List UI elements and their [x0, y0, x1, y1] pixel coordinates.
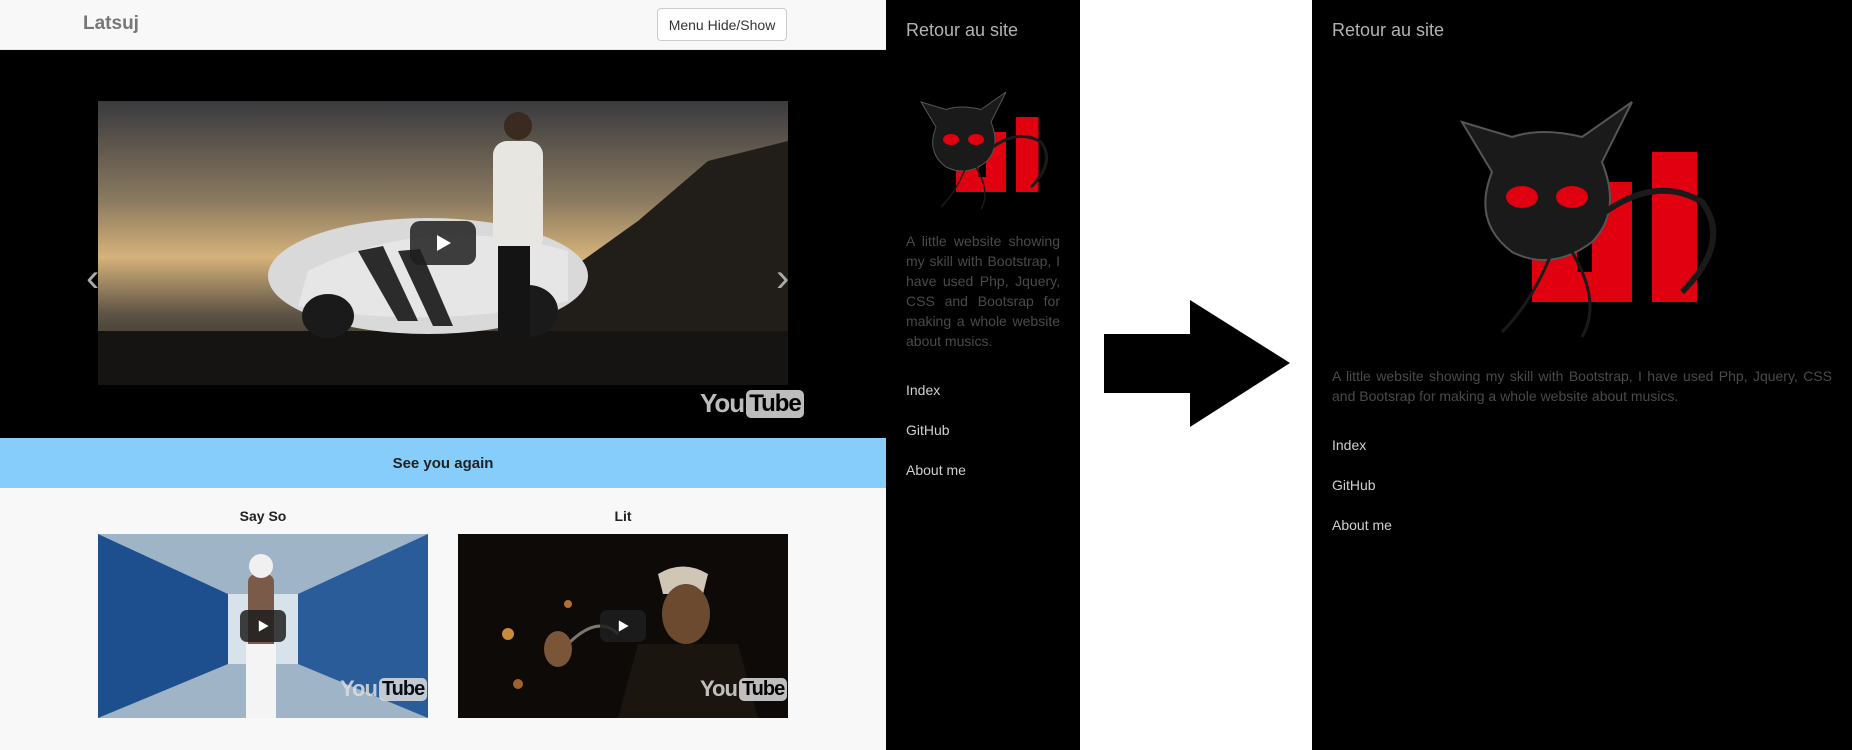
youtube-logo: You Tube — [340, 676, 428, 702]
cat-logo — [1459, 101, 1717, 338]
website-screenshot: Latsuj Menu Hide/Show ‹ › You Tube See y… — [0, 0, 886, 750]
sidebar-description: A little website showing my skill with B… — [906, 233, 1060, 349]
sidebar-title[interactable]: Retour au site — [906, 20, 1018, 41]
navbar: Latsuj Menu Hide/Show — [0, 0, 886, 50]
sidebar-description: A little website showing my skill with B… — [1332, 368, 1832, 404]
sidebar-expanded: Retour au site A little website showing … — [1312, 0, 1852, 750]
video-title-say-so: Say So — [239, 508, 287, 524]
play-icon — [618, 620, 629, 632]
sidebar: Retour au site A little website showing … — [886, 0, 1080, 750]
menu-toggle-button[interactable]: Menu Hide/Show — [657, 8, 787, 41]
play-icon — [258, 620, 269, 632]
video-card-lit[interactable]: You Tube — [458, 534, 788, 718]
play-button[interactable] — [600, 610, 646, 642]
featured-video-title: See you again — [0, 438, 886, 488]
featured-video[interactable] — [98, 101, 788, 385]
video-carousel: ‹ › You Tube — [0, 50, 886, 438]
play-button[interactable] — [240, 610, 286, 642]
sidebar-link-github[interactable]: GitHub — [906, 422, 950, 438]
sidebar-link-about[interactable]: About me — [906, 462, 966, 478]
sidebar-link-index[interactable]: Index — [1332, 437, 1366, 453]
cat-logo — [919, 91, 1049, 210]
play-icon — [437, 235, 451, 251]
youtube-logo: You Tube — [700, 388, 804, 419]
sidebar-link-github[interactable]: GitHub — [1332, 477, 1376, 493]
youtube-logo: You Tube — [700, 676, 788, 702]
right-arrow-icon — [1104, 300, 1290, 427]
carousel-prev-icon[interactable]: ‹ — [86, 258, 99, 298]
sidebar-link-about[interactable]: About me — [1332, 517, 1392, 533]
carousel-next-icon[interactable]: › — [776, 258, 789, 298]
brand-link[interactable]: Latsuj — [83, 13, 139, 35]
video-title-lit: Lit — [614, 508, 632, 524]
sidebar-title[interactable]: Retour au site — [1332, 20, 1444, 41]
video-card-say-so[interactable]: You Tube — [98, 534, 428, 718]
sidebar-link-index[interactable]: Index — [906, 382, 940, 398]
play-button[interactable] — [410, 221, 476, 265]
